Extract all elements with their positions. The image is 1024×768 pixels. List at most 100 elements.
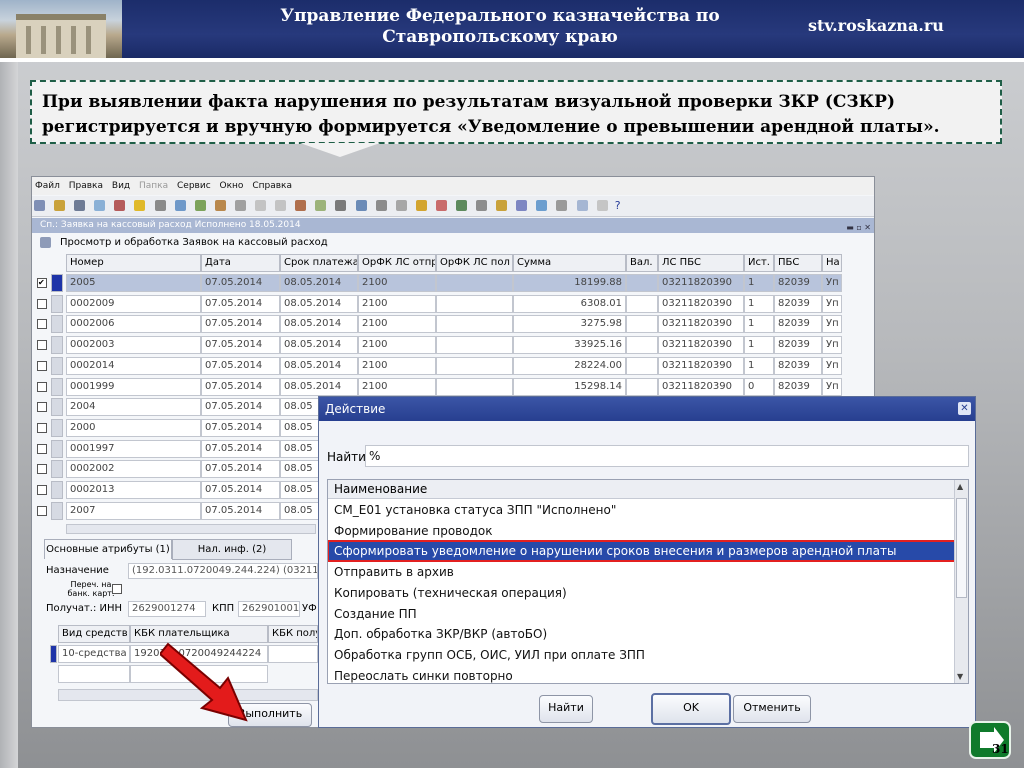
menu-folder[interactable]: Папка: [139, 181, 168, 191]
globe-icon[interactable]: [536, 200, 548, 211]
menu-view[interactable]: Вид: [112, 181, 130, 191]
table-cell[interactable]: [436, 294, 513, 313]
close-icon[interactable]: ✕: [958, 402, 971, 415]
attach-icon[interactable]: [214, 200, 226, 211]
row-marker[interactable]: [51, 460, 63, 479]
table-horizontal-scrollbar[interactable]: [66, 524, 316, 535]
find-button[interactable]: Найти: [539, 695, 593, 723]
link-icon[interactable]: [355, 200, 367, 211]
help-icon[interactable]: ?: [615, 199, 621, 212]
ok-button[interactable]: OK: [651, 693, 731, 725]
row-marker[interactable]: [51, 315, 63, 334]
row-marker[interactable]: [51, 398, 63, 417]
table-cell[interactable]: 08.05.2014: [280, 336, 358, 355]
paste-icon[interactable]: [275, 200, 287, 211]
row-checkbox[interactable]: [37, 422, 47, 433]
table-cell[interactable]: 2100: [358, 315, 436, 334]
sub-cell-fund[interactable]: 10-средства: [58, 645, 130, 663]
table-cell[interactable]: 3275.98: [513, 315, 626, 334]
list-scrollbar[interactable]: ▲ ▼: [954, 480, 968, 683]
table-cell[interactable]: 07.05.2014: [201, 336, 280, 355]
table-cell[interactable]: 82039: [774, 356, 822, 375]
table-cell[interactable]: 08.05.2014: [280, 377, 358, 396]
save-icon[interactable]: [94, 200, 106, 211]
row-checkbox[interactable]: [37, 402, 47, 413]
inn-field[interactable]: 2629001274: [128, 601, 206, 617]
table-cell[interactable]: [436, 356, 513, 375]
table-cell[interactable]: 33925.16: [513, 336, 626, 355]
table-cell[interactable]: 07.05.2014: [201, 439, 280, 458]
sub-cell-kbk-recv[interactable]: [268, 645, 318, 663]
table-cell[interactable]: 18199.88: [513, 274, 626, 292]
table-cell[interactable]: [436, 377, 513, 396]
copy-icon[interactable]: [255, 200, 267, 211]
table-cell[interactable]: 82039: [774, 336, 822, 355]
table-cell[interactable]: 03211820390: [658, 356, 744, 375]
table-cell[interactable]: 0: [744, 377, 774, 396]
perech-checkbox[interactable]: [112, 584, 122, 594]
col-kbk-recv[interactable]: КБК полу: [268, 625, 318, 643]
menu-help[interactable]: Справка: [252, 181, 292, 191]
col-fund-type[interactable]: Вид средств: [58, 625, 130, 643]
row-checkbox[interactable]: [37, 381, 47, 392]
scroll-thumb[interactable]: [956, 498, 967, 598]
table-cell[interactable]: 08.05.2014: [280, 274, 358, 292]
table-cell[interactable]: 08.05.2014: [280, 315, 358, 334]
table-cell[interactable]: 2100: [358, 336, 436, 355]
table-cell[interactable]: 2007: [66, 501, 201, 520]
table-cell[interactable]: 03211820390: [658, 336, 744, 355]
notes-icon[interactable]: [496, 200, 508, 211]
table-cell[interactable]: 28224.00: [513, 356, 626, 375]
table-cell[interactable]: [626, 274, 658, 292]
col-number[interactable]: Номер: [66, 254, 201, 272]
sub-cell-empty[interactable]: [58, 665, 130, 683]
table-cell[interactable]: [626, 294, 658, 313]
tree-icon[interactable]: [455, 200, 467, 211]
menu-service[interactable]: Сервис: [177, 181, 211, 191]
table-cell[interactable]: 07.05.2014: [201, 398, 280, 417]
table-cell[interactable]: 07.05.2014: [201, 501, 280, 520]
table-cell[interactable]: 07.05.2014: [201, 294, 280, 313]
row-checkbox[interactable]: [37, 505, 47, 516]
window-controls[interactable]: ▬ ▫ ✕: [846, 220, 871, 235]
record-icon[interactable]: [375, 200, 387, 211]
row-checkbox[interactable]: [37, 464, 47, 475]
query-icon[interactable]: [395, 200, 407, 211]
table-cell[interactable]: 03211820390: [658, 274, 744, 292]
action-list-item[interactable]: Формирование проводок: [328, 521, 956, 541]
col-ls-pbs[interactable]: ЛС ПБС: [658, 254, 744, 272]
row-checkbox[interactable]: [37, 340, 47, 351]
menu-file[interactable]: Файл: [35, 181, 60, 191]
row-marker[interactable]: [51, 501, 63, 520]
table-cell[interactable]: 0001997: [66, 439, 201, 458]
clip-icon[interactable]: [476, 200, 488, 211]
table-cell[interactable]: Уп: [822, 356, 842, 375]
table-cell[interactable]: 1: [744, 336, 774, 355]
table-cell[interactable]: [626, 377, 658, 396]
action-list-item[interactable]: Создание ПП: [328, 604, 956, 624]
kpp-field[interactable]: 262901001: [238, 601, 300, 617]
table-cell[interactable]: 07.05.2014: [201, 481, 280, 499]
tools-icon[interactable]: [596, 200, 608, 211]
table-cell[interactable]: 08.05.2014: [280, 294, 358, 313]
row-checkbox[interactable]: [37, 485, 47, 495]
table-cell[interactable]: 0002003: [66, 336, 201, 355]
row-marker[interactable]: [51, 274, 63, 292]
action-list-item[interactable]: Копировать (техническая операция): [328, 583, 956, 603]
menu-window[interactable]: Окно: [220, 181, 244, 191]
row-checkbox[interactable]: ✔: [37, 278, 47, 288]
window-icon[interactable]: [576, 200, 588, 211]
table-cell[interactable]: [626, 336, 658, 355]
action-list-item[interactable]: Доп. обработка ЗКР/ВКР (автоБО): [328, 624, 956, 644]
table-cell[interactable]: 82039: [774, 274, 822, 292]
mail-icon[interactable]: [194, 200, 206, 211]
cut-icon[interactable]: [234, 200, 246, 211]
table-cell[interactable]: Уп: [822, 377, 842, 396]
naznachenie-field[interactable]: (192.0311.0720049.244.224) (032118: [128, 563, 318, 579]
table-cell[interactable]: 03211820390: [658, 294, 744, 313]
cancel-button[interactable]: Отменить: [733, 695, 811, 723]
sub-row-marker[interactable]: [50, 645, 57, 663]
table-cell[interactable]: 0002014: [66, 356, 201, 375]
tab-main-attributes[interactable]: Основные атрибуты (1): [44, 539, 172, 559]
row-checkbox[interactable]: [37, 360, 47, 371]
